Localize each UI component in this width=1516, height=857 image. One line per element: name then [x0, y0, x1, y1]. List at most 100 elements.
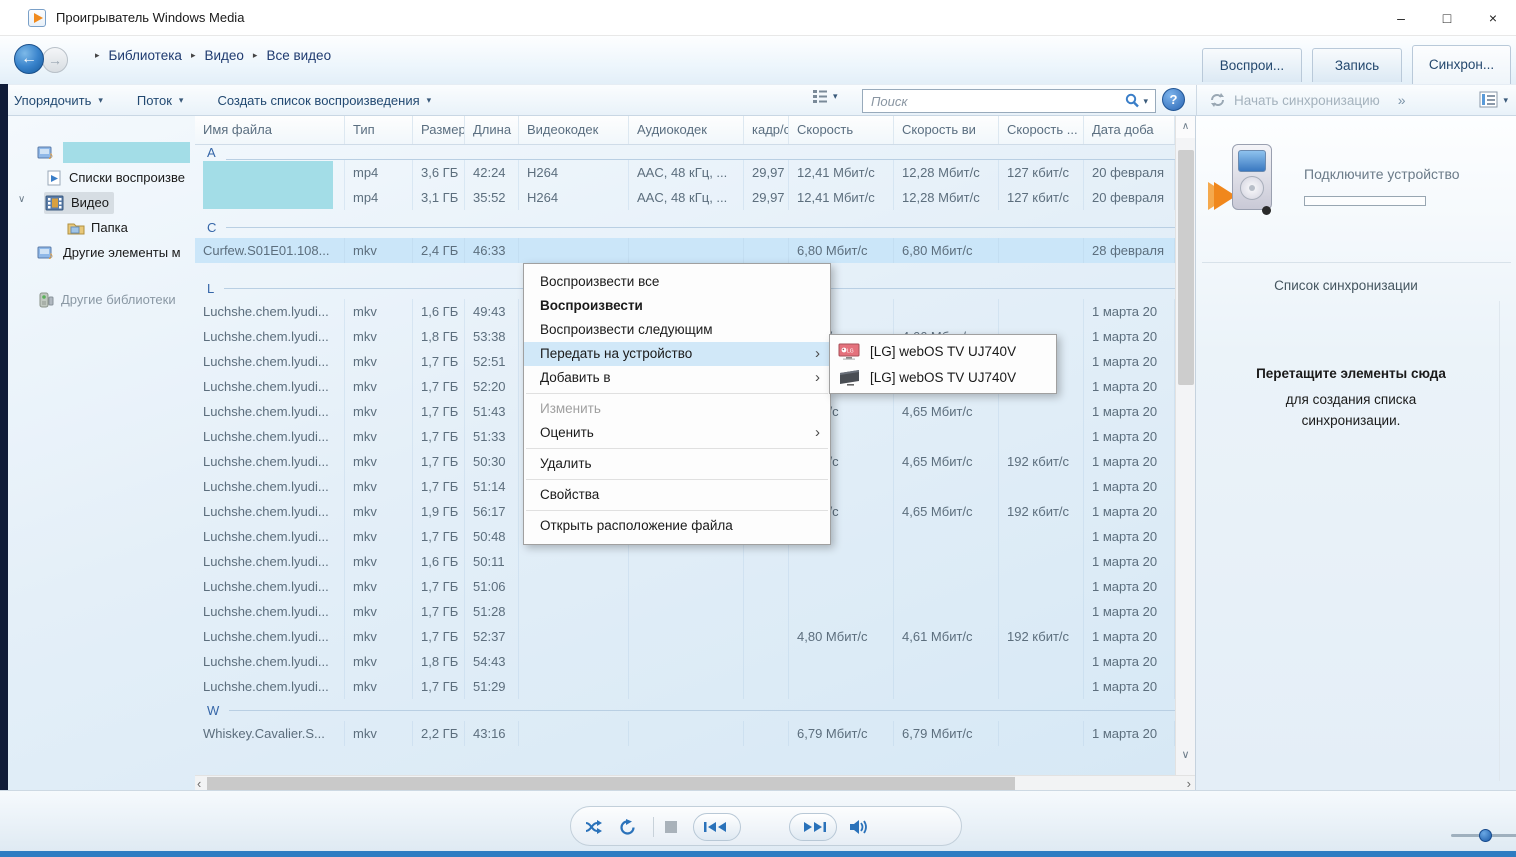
previous-icon: [704, 822, 730, 832]
table-row[interactable]: Curfew.S01E01.108...mkv2,4 ГБ46:336,80 М…: [195, 238, 1195, 263]
table-row[interactable]: Luchshe.chem.lyudi...mkv1,8 ГБ54:431 мар…: [195, 649, 1195, 674]
shuffle-button[interactable]: [585, 807, 605, 847]
sidebar-item-списки[interactable]: Списки воспроизве: [8, 165, 195, 190]
horizontal-scroll-thumb[interactable]: [207, 777, 1015, 790]
menu-item[interactable]: Воспроизвести следующим: [524, 318, 830, 342]
cell-rate3: [999, 474, 1084, 499]
chevron-down-icon: ▾: [1503, 95, 1508, 106]
menu-item[interactable]: Передать на устройство›: [524, 342, 830, 366]
start-sync-button[interactable]: Начать синхронизацию: [1209, 92, 1380, 108]
scroll-up-arrow[interactable]: ∧: [1176, 116, 1195, 138]
mute-button[interactable]: [849, 807, 871, 847]
menu-item[interactable]: Удалить: [524, 452, 830, 476]
volume-slider[interactable]: [1451, 834, 1516, 837]
sidebar-item-видео[interactable]: ∨Видео: [8, 190, 195, 215]
menu-item[interactable]: Оценить›: [524, 421, 830, 445]
playlist-options-icon: [1479, 91, 1499, 109]
list-view-icon: [812, 89, 828, 103]
cell-rate3: [999, 424, 1084, 449]
sync-list-options-button[interactable]: ▾: [1479, 91, 1508, 109]
sidebar-item-другие[interactable]: Другие библиотеки: [8, 287, 195, 312]
other-media-icon: ♪: [37, 244, 57, 262]
sidebar-item-label: Папка: [91, 220, 128, 235]
submenu-arrow-icon: ›: [815, 342, 820, 366]
breadcrumb-item[interactable]: Библиотека: [109, 48, 182, 63]
previous-button[interactable]: [693, 807, 741, 847]
cell-rate2: 6,80 Мбит/с: [894, 238, 999, 263]
search-icon[interactable]: [1123, 92, 1141, 110]
column-header-fps[interactable]: кадр/с: [744, 116, 789, 144]
cell-name: Luchshe.chem.lyudi...: [195, 624, 345, 649]
maximize-button[interactable]: □: [1424, 1, 1470, 35]
menu-item[interactable]: Свойства: [524, 483, 830, 507]
horizontal-scrollbar[interactable]: ‹ ›: [195, 775, 1195, 791]
vertical-scrollbar[interactable]: ∧ ∨: [1175, 116, 1195, 775]
sync-overflow-button[interactable]: »: [1398, 92, 1406, 108]
stop-button[interactable]: [665, 807, 677, 847]
menu-item[interactable]: Добавить в›: [524, 366, 830, 390]
view-options-button[interactable]: ▾: [812, 89, 838, 103]
breadcrumb-item[interactable]: Видео: [204, 48, 243, 63]
table-row[interactable]: mp43,6 ГБ42:24H264AAC, 48 кГц, ...29,971…: [195, 160, 1195, 185]
breadcrumb-item[interactable]: Все видео: [266, 48, 331, 63]
chevron-expanded-icon[interactable]: ∨: [18, 194, 25, 205]
column-header-date[interactable]: Дата доба: [1084, 116, 1175, 144]
forward-button[interactable]: →: [42, 47, 68, 73]
table-row[interactable]: Luchshe.chem.lyudi...mkv1,6 ГБ50:111 мар…: [195, 549, 1195, 574]
menu-item[interactable]: Воспроизвести все: [524, 270, 830, 294]
scroll-right-arrow[interactable]: ›: [1187, 776, 1191, 791]
menu-item[interactable]: Воспроизвести: [524, 294, 830, 318]
cell-rate1: [789, 549, 894, 574]
cell-name: Luchshe.chem.lyudi...: [195, 424, 345, 449]
column-header-acodec[interactable]: Аудиокодек: [629, 116, 744, 144]
sidebar-item-папка[interactable]: Папка: [8, 215, 195, 240]
minimize-button[interactable]: –: [1378, 1, 1424, 35]
repeat-button[interactable]: [619, 807, 637, 847]
organize-button[interactable]: Упорядочить▾: [10, 93, 107, 108]
tab-play[interactable]: Воспрои...: [1202, 48, 1302, 82]
sidebar-item[interactable]: ♪: [8, 140, 195, 165]
cell-rate3: [999, 238, 1084, 263]
menu-item[interactable]: Изменить: [524, 397, 830, 421]
redaction-block: [203, 161, 333, 209]
stream-button[interactable]: Поток▾: [133, 93, 188, 108]
submenu-item-device[interactable]: LG[LG] webOS TV UJ740V: [830, 338, 1056, 364]
back-button[interactable]: ←: [14, 44, 44, 74]
search-input[interactable]: [863, 94, 1123, 109]
table-row[interactable]: Whiskey.Cavalier.S...mkv2,2 ГБ43:166,79 …: [195, 721, 1195, 746]
table-row[interactable]: Luchshe.chem.lyudi...mkv1,7 ГБ51:291 мар…: [195, 674, 1195, 699]
table-row[interactable]: Luchshe.chem.lyudi...mkv1,7 ГБ52:374,80 …: [195, 624, 1195, 649]
column-header-type[interactable]: Тип: [345, 116, 413, 144]
menu-item[interactable]: Открыть расположение файла: [524, 514, 830, 538]
cell-length: 50:11: [465, 549, 519, 574]
search-options-caret[interactable]: ▾: [1143, 96, 1148, 107]
cell-rate3: 192 кбит/с: [999, 449, 1084, 474]
submenu-item-device[interactable]: [LG] webOS TV UJ740V: [830, 364, 1056, 390]
table-row[interactable]: Luchshe.chem.lyudi...mkv1,7 ГБ51:061 мар…: [195, 574, 1195, 599]
volume-knob[interactable]: [1479, 829, 1492, 842]
scroll-left-arrow[interactable]: ‹: [197, 776, 201, 791]
cell-name: Luchshe.chem.lyudi...: [195, 349, 345, 374]
next-button[interactable]: [789, 807, 837, 847]
sidebar-item-другие[interactable]: ♪Другие элементы м: [8, 240, 195, 265]
submenu-arrow-icon: ›: [815, 421, 820, 445]
cell-size: 2,2 ГБ: [413, 721, 465, 746]
close-button[interactable]: ×: [1470, 1, 1516, 35]
column-header-vcodec[interactable]: Видеокодек: [519, 116, 629, 144]
search-box[interactable]: ▾: [862, 89, 1156, 113]
column-header-rate2[interactable]: Скорость ви: [894, 116, 999, 144]
table-row[interactable]: Luchshe.chem.lyudi...mkv1,7 ГБ51:281 мар…: [195, 599, 1195, 624]
column-header-name[interactable]: Имя файла: [195, 116, 345, 144]
column-header-rate3[interactable]: Скорость ...: [999, 116, 1084, 144]
column-header-length[interactable]: Длина: [465, 116, 519, 144]
scroll-down-arrow[interactable]: ∨: [1176, 748, 1195, 761]
help-button[interactable]: ?: [1162, 88, 1185, 111]
tab-burn[interactable]: Запись: [1312, 48, 1402, 82]
column-header-rate1[interactable]: Скорость: [789, 116, 894, 144]
tab-sync[interactable]: Синхрон...: [1412, 45, 1511, 84]
create-playlist-button[interactable]: Создать список воспроизведения▾: [213, 93, 435, 108]
cell-rate2: [894, 549, 999, 574]
vertical-scroll-thumb[interactable]: [1178, 150, 1194, 385]
table-row[interactable]: mp43,1 ГБ35:52H264AAC, 48 кГц, ...29,971…: [195, 185, 1195, 210]
column-header-size[interactable]: Размер: [413, 116, 465, 144]
